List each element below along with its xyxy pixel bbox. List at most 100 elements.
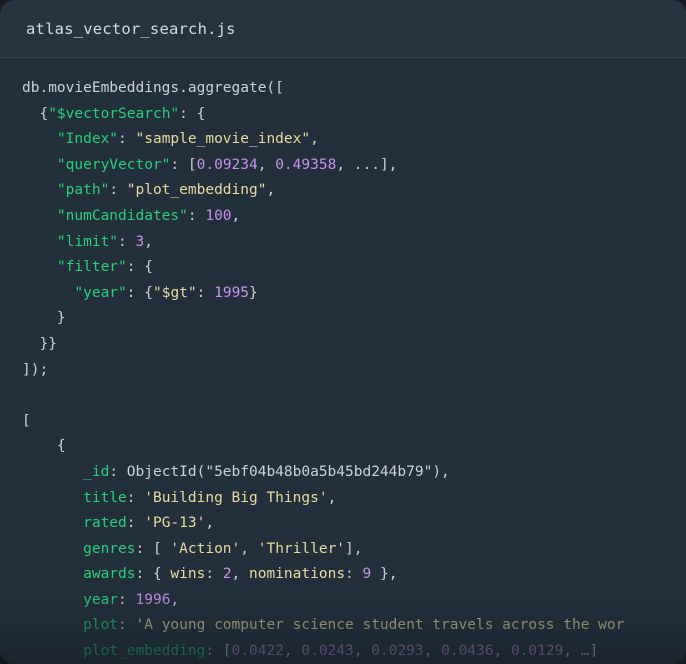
code-token-num: 100 (205, 207, 232, 224)
code-token-plain: [ (22, 412, 31, 429)
code-token-key: "Index" (56, 131, 119, 148)
code-line: "filter": { (22, 255, 686, 281)
code-token-plain: } (22, 310, 66, 327)
code-token-num: 0.0243 (301, 643, 354, 660)
code-token-str: "sample_movie_index" (135, 131, 311, 148)
code-token-str: nominations (249, 566, 346, 583)
code-token-key: plot (83, 617, 119, 634)
code-line: { (22, 434, 686, 460)
code-token-plain: , (353, 643, 372, 660)
code-token-plain: , (283, 643, 302, 660)
code-content-area[interactable]: db.movieEmbeddings.aggregate([ {"$vector… (0, 58, 686, 664)
code-token-key: "path" (56, 182, 110, 199)
code-token-plain: } (249, 284, 258, 301)
code-token-num: 3 (135, 233, 145, 250)
code-token-plain: , (310, 131, 319, 148)
code-line: plot: 'A young computer science student … (22, 613, 686, 639)
code-line: db.movieEmbeddings.aggregate([ (22, 76, 686, 102)
code-token-key: "queryVector" (56, 156, 171, 173)
code-token-str: 'PG-13' (144, 515, 206, 532)
code-token-plain: , (266, 182, 276, 199)
code-token-plain: db.movieEmbeddings.aggregate([ (22, 80, 284, 96)
code-line: rated: 'PG-13', (22, 511, 686, 537)
code-token-plain: : (118, 617, 136, 634)
code-token-str: "$gt" (152, 284, 197, 301)
code-token-plain: : (345, 566, 363, 583)
code-token-plain: }} (22, 335, 57, 352)
code-line: plot_embedding: [0.0422, 0.0243, 0.0293,… (22, 639, 686, 664)
code-token-num: 0.0293 (371, 643, 424, 660)
code-line: }} (22, 332, 686, 358)
filename-label: atlas_vector_search.js (26, 19, 236, 38)
code-token-key: "$vectorSearch" (48, 105, 180, 122)
code-token-plain: , …] (563, 643, 599, 660)
code-line: "limit": 3, (22, 230, 686, 256)
code-token-plain: : (118, 131, 136, 148)
code-token-plain: : (118, 233, 136, 250)
code-line: "path": "plot_embedding", (22, 178, 686, 204)
code-token-plain: , (231, 207, 241, 224)
code-viewer-window: atlas_vector_search.js db.movieEmbedding… (0, 0, 686, 664)
code-token-str: 'Action' (170, 540, 241, 557)
code-token-plain: : { (126, 284, 153, 301)
code-token-plain: : (118, 591, 136, 608)
code-line: } (22, 306, 686, 332)
code-token-key: "filter" (56, 259, 127, 276)
code-token-plain: : (205, 566, 223, 583)
code-token-plain: , (231, 566, 250, 583)
code-token-plain: : { (179, 105, 206, 122)
code-token-plain: : [ (205, 643, 232, 660)
code-token-plain: , (493, 643, 511, 660)
code-token-plain: { (22, 105, 49, 122)
code-token-plain: : (126, 489, 145, 506)
code-token-plain: , (144, 233, 153, 250)
code-line: "numCandidates": 100, (22, 204, 686, 230)
code-token-key: rated (83, 515, 127, 532)
code-token-key: awards (83, 566, 136, 583)
code-lines: db.movieEmbeddings.aggregate([ {"$vector… (0, 76, 686, 664)
code-token-str: "plot_embedding" (126, 182, 267, 199)
code-token-num: 1995 (214, 284, 250, 301)
code-token-plain: : (196, 284, 215, 301)
code-token-num: 0.0436 (441, 643, 494, 660)
code-token-plain: : ObjectId("5ebf04b48b0a5b45bd244b79"), (109, 463, 450, 480)
code-line: year: 1996, (22, 588, 686, 614)
code-token-plain: : { (126, 259, 153, 276)
code-token-str: 'Building Big Things' (144, 489, 328, 506)
code-token-plain: , (240, 540, 258, 557)
code-token-str: wins (170, 566, 206, 583)
code-line: title: 'Building Big Things', (22, 486, 686, 512)
code-token-plain: , (205, 515, 215, 532)
code-token-key: plot_embedding (83, 643, 206, 660)
code-line: awards: { wins: 2, nominations: 9 }, (22, 562, 686, 588)
code-token-plain: , (257, 156, 276, 173)
code-token-plain: : (187, 207, 206, 224)
code-line: [ (22, 409, 686, 435)
code-token-plain: : (109, 182, 127, 199)
code-token-plain: , (327, 489, 337, 506)
code-token-num: 0.0129 (510, 643, 564, 660)
code-token-num: 9 (362, 566, 372, 583)
code-line: ]); (22, 358, 686, 384)
code-token-num: 1996 (135, 591, 171, 608)
code-token-num: 0.0422 (231, 643, 284, 660)
code-token-key: "numCandidates" (56, 207, 188, 224)
code-token-key: genres (83, 540, 136, 557)
code-token-num: 2 (222, 566, 232, 583)
code-token-key: "limit" (56, 233, 119, 250)
code-token-plain: ], (345, 540, 363, 557)
